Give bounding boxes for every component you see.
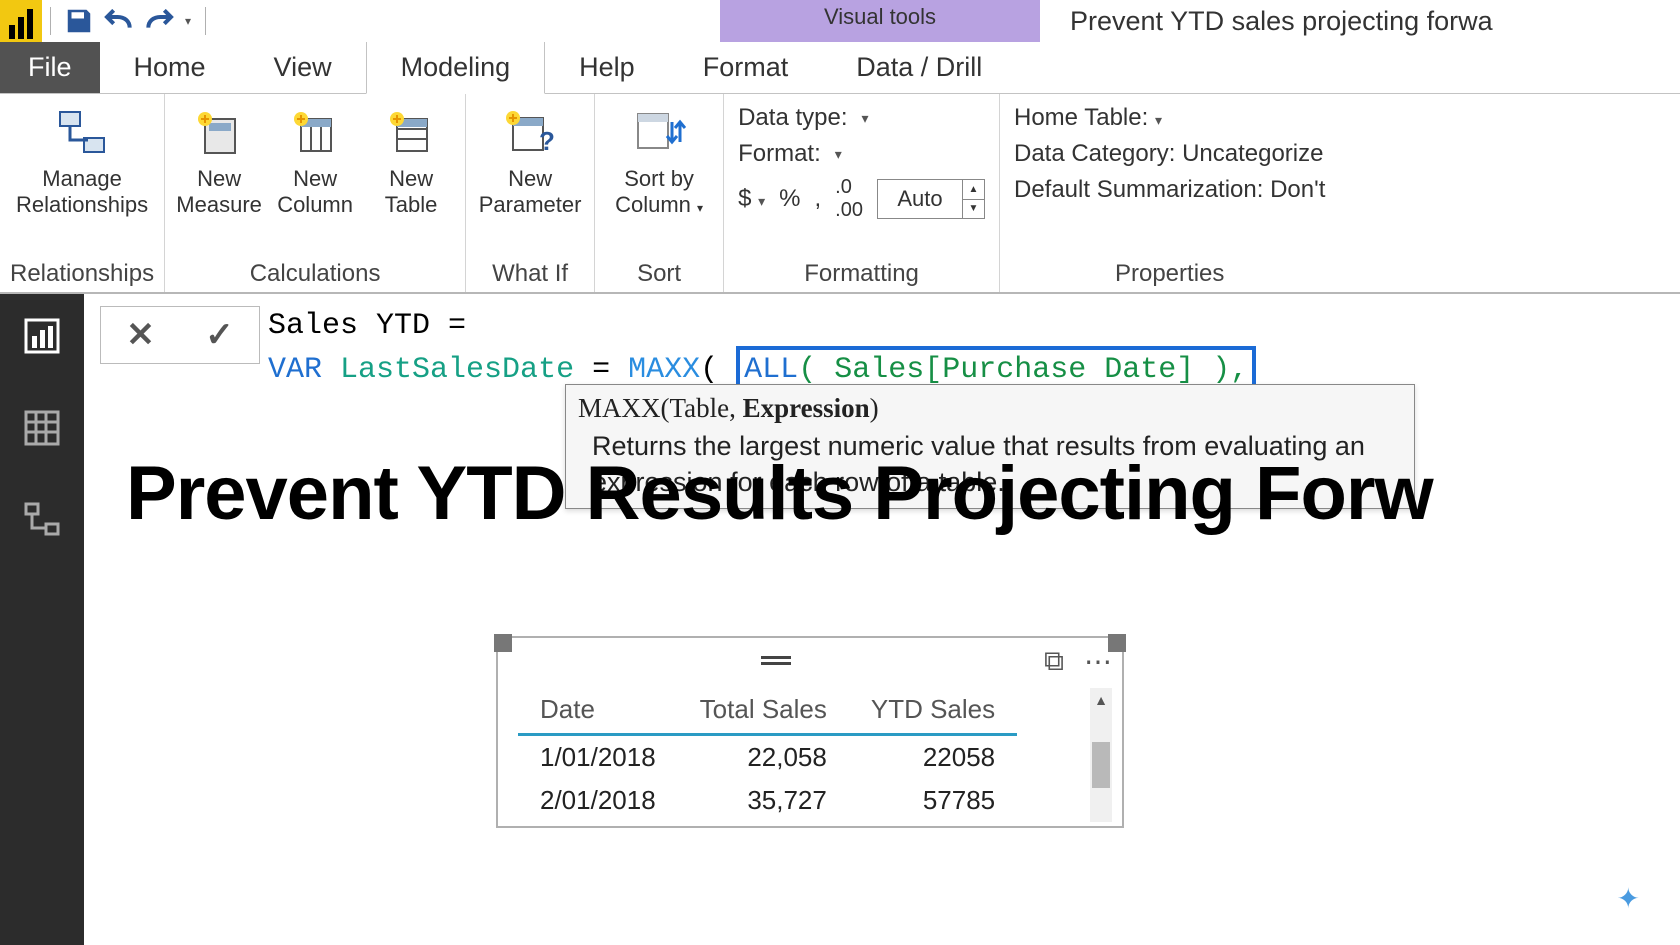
- formula-editor[interactable]: Sales YTD = VAR LastSalesDate = MAXX( AL…: [268, 306, 1256, 394]
- resize-handle-icon[interactable]: [494, 634, 512, 652]
- new-measure-button[interactable]: New Measure: [175, 104, 263, 218]
- report-view-icon[interactable]: [18, 312, 66, 360]
- group-label: Sort: [637, 256, 681, 290]
- currency-button[interactable]: $ ▾: [738, 185, 765, 213]
- column-header[interactable]: Date: [518, 688, 678, 735]
- ribbon: Manage Relationships Relationships New M…: [0, 94, 1680, 294]
- column-header[interactable]: Total Sales: [678, 688, 849, 735]
- data-view-icon[interactable]: [18, 404, 66, 452]
- formula-line-1: Sales YTD =: [268, 306, 1256, 346]
- table-row[interactable]: 2/01/2018 35,727 57785: [518, 779, 1017, 822]
- new-table-button[interactable]: New Table: [367, 104, 455, 218]
- tab-view[interactable]: View: [240, 42, 366, 93]
- model-view-icon[interactable]: [18, 496, 66, 544]
- tab-home[interactable]: Home: [100, 42, 240, 93]
- button-label: Manage Relationships: [16, 166, 148, 218]
- new-table-icon: [379, 104, 443, 162]
- separator: [50, 7, 51, 35]
- view-rail: [0, 294, 84, 945]
- percent-button[interactable]: %: [779, 185, 800, 213]
- redo-icon[interactable]: [139, 1, 179, 41]
- quick-access-toolbar: ▾ Visual tools Prevent YTD sales project…: [0, 0, 1680, 42]
- group-label: Relationships: [10, 256, 154, 290]
- group-label: Calculations: [250, 256, 381, 290]
- format-label: Format:: [738, 140, 821, 168]
- new-parameter-button[interactable]: ? New Parameter: [476, 104, 584, 218]
- button-label: New Measure: [176, 166, 262, 218]
- document-title: Prevent YTD sales projecting forwa: [1070, 0, 1493, 42]
- tab-help[interactable]: Help: [545, 42, 669, 93]
- cancel-formula-icon[interactable]: ✕: [126, 315, 155, 355]
- button-label: New Table: [385, 166, 438, 218]
- undo-icon[interactable]: [99, 1, 139, 41]
- save-icon[interactable]: [59, 1, 99, 41]
- data-table: Date Total Sales YTD Sales 1/01/2018 22,…: [518, 688, 1017, 822]
- new-column-button[interactable]: New Column: [271, 104, 359, 218]
- default-summarization-label: Default Summarization: Don't: [1014, 176, 1325, 204]
- data-category-label: Data Category: Uncategorize: [1014, 140, 1324, 168]
- table-header-row: Date Total Sales YTD Sales: [518, 688, 1017, 735]
- home-table-label: Home Table:: [1014, 104, 1148, 131]
- manage-relationships-button[interactable]: Manage Relationships: [28, 104, 136, 218]
- new-column-icon: [283, 104, 347, 162]
- scroll-thumb[interactable]: [1092, 742, 1110, 788]
- new-parameter-icon: ?: [498, 104, 562, 162]
- ribbon-tabs: File Home View Modeling Help Format Data…: [0, 42, 1680, 94]
- new-measure-icon: [187, 104, 251, 162]
- tab-data-drill[interactable]: Data / Drill: [822, 42, 1016, 93]
- decimals-icon[interactable]: .0.00: [835, 176, 863, 222]
- resize-handle-icon[interactable]: [1108, 634, 1126, 652]
- svg-text:?: ?: [539, 126, 555, 156]
- button-label: New Column: [277, 166, 353, 218]
- focus-mode-icon[interactable]: ⧉: [1044, 645, 1064, 678]
- app-logo-icon: [0, 0, 42, 42]
- tab-format[interactable]: Format: [669, 42, 823, 93]
- button-label: New Parameter: [479, 166, 582, 218]
- sort-by-column-button[interactable]: Sort by Column ▾: [605, 104, 713, 218]
- decimal-spinner[interactable]: ▲▼: [963, 179, 985, 219]
- table-row[interactable]: 1/01/2018 22,058 22058: [518, 735, 1017, 780]
- dropdown-icon[interactable]: ▾: [862, 110, 869, 127]
- formula-bar-buttons: ✕ ✓: [100, 306, 260, 364]
- thousands-button[interactable]: ,: [815, 185, 822, 213]
- tab-modeling[interactable]: Modeling: [366, 41, 546, 94]
- decimal-places-input[interactable]: Auto: [877, 179, 963, 219]
- group-label: Formatting: [804, 256, 919, 290]
- formula-bar: ✕ ✓ Sales YTD = VAR LastSalesDate = MAXX…: [100, 306, 1256, 394]
- button-label: Sort by Column ▾: [615, 166, 703, 218]
- commit-formula-icon[interactable]: ✓: [205, 315, 234, 355]
- subscribe-icon: ✦: [1617, 882, 1640, 915]
- drag-handle-icon[interactable]: [761, 656, 791, 666]
- report-heading: Prevent YTD Results Projecting Forw: [126, 450, 1433, 537]
- column-header[interactable]: YTD Sales: [849, 688, 1017, 735]
- tab-file[interactable]: File: [0, 41, 100, 93]
- scroll-up-icon[interactable]: ▲: [1090, 688, 1112, 712]
- group-label: What If: [492, 256, 568, 290]
- qat-customize-icon[interactable]: ▾: [179, 14, 197, 28]
- contextual-tab-visual-tools: Visual tools: [720, 0, 1040, 42]
- separator: [205, 7, 206, 35]
- scrollbar[interactable]: ▲: [1090, 688, 1112, 822]
- data-type-label: Data type:: [738, 104, 847, 132]
- dropdown-icon[interactable]: ▾: [1155, 112, 1162, 128]
- group-label: Properties: [1115, 256, 1224, 290]
- sort-icon: [627, 104, 691, 162]
- tooltip-signature: MAXX(Table, Expression): [578, 393, 1402, 424]
- dropdown-icon[interactable]: ▾: [835, 146, 842, 163]
- relationships-icon: [50, 104, 114, 162]
- table-visual[interactable]: ⧉ ⋯ Date Total Sales YTD Sales 1/01/2018…: [496, 636, 1124, 828]
